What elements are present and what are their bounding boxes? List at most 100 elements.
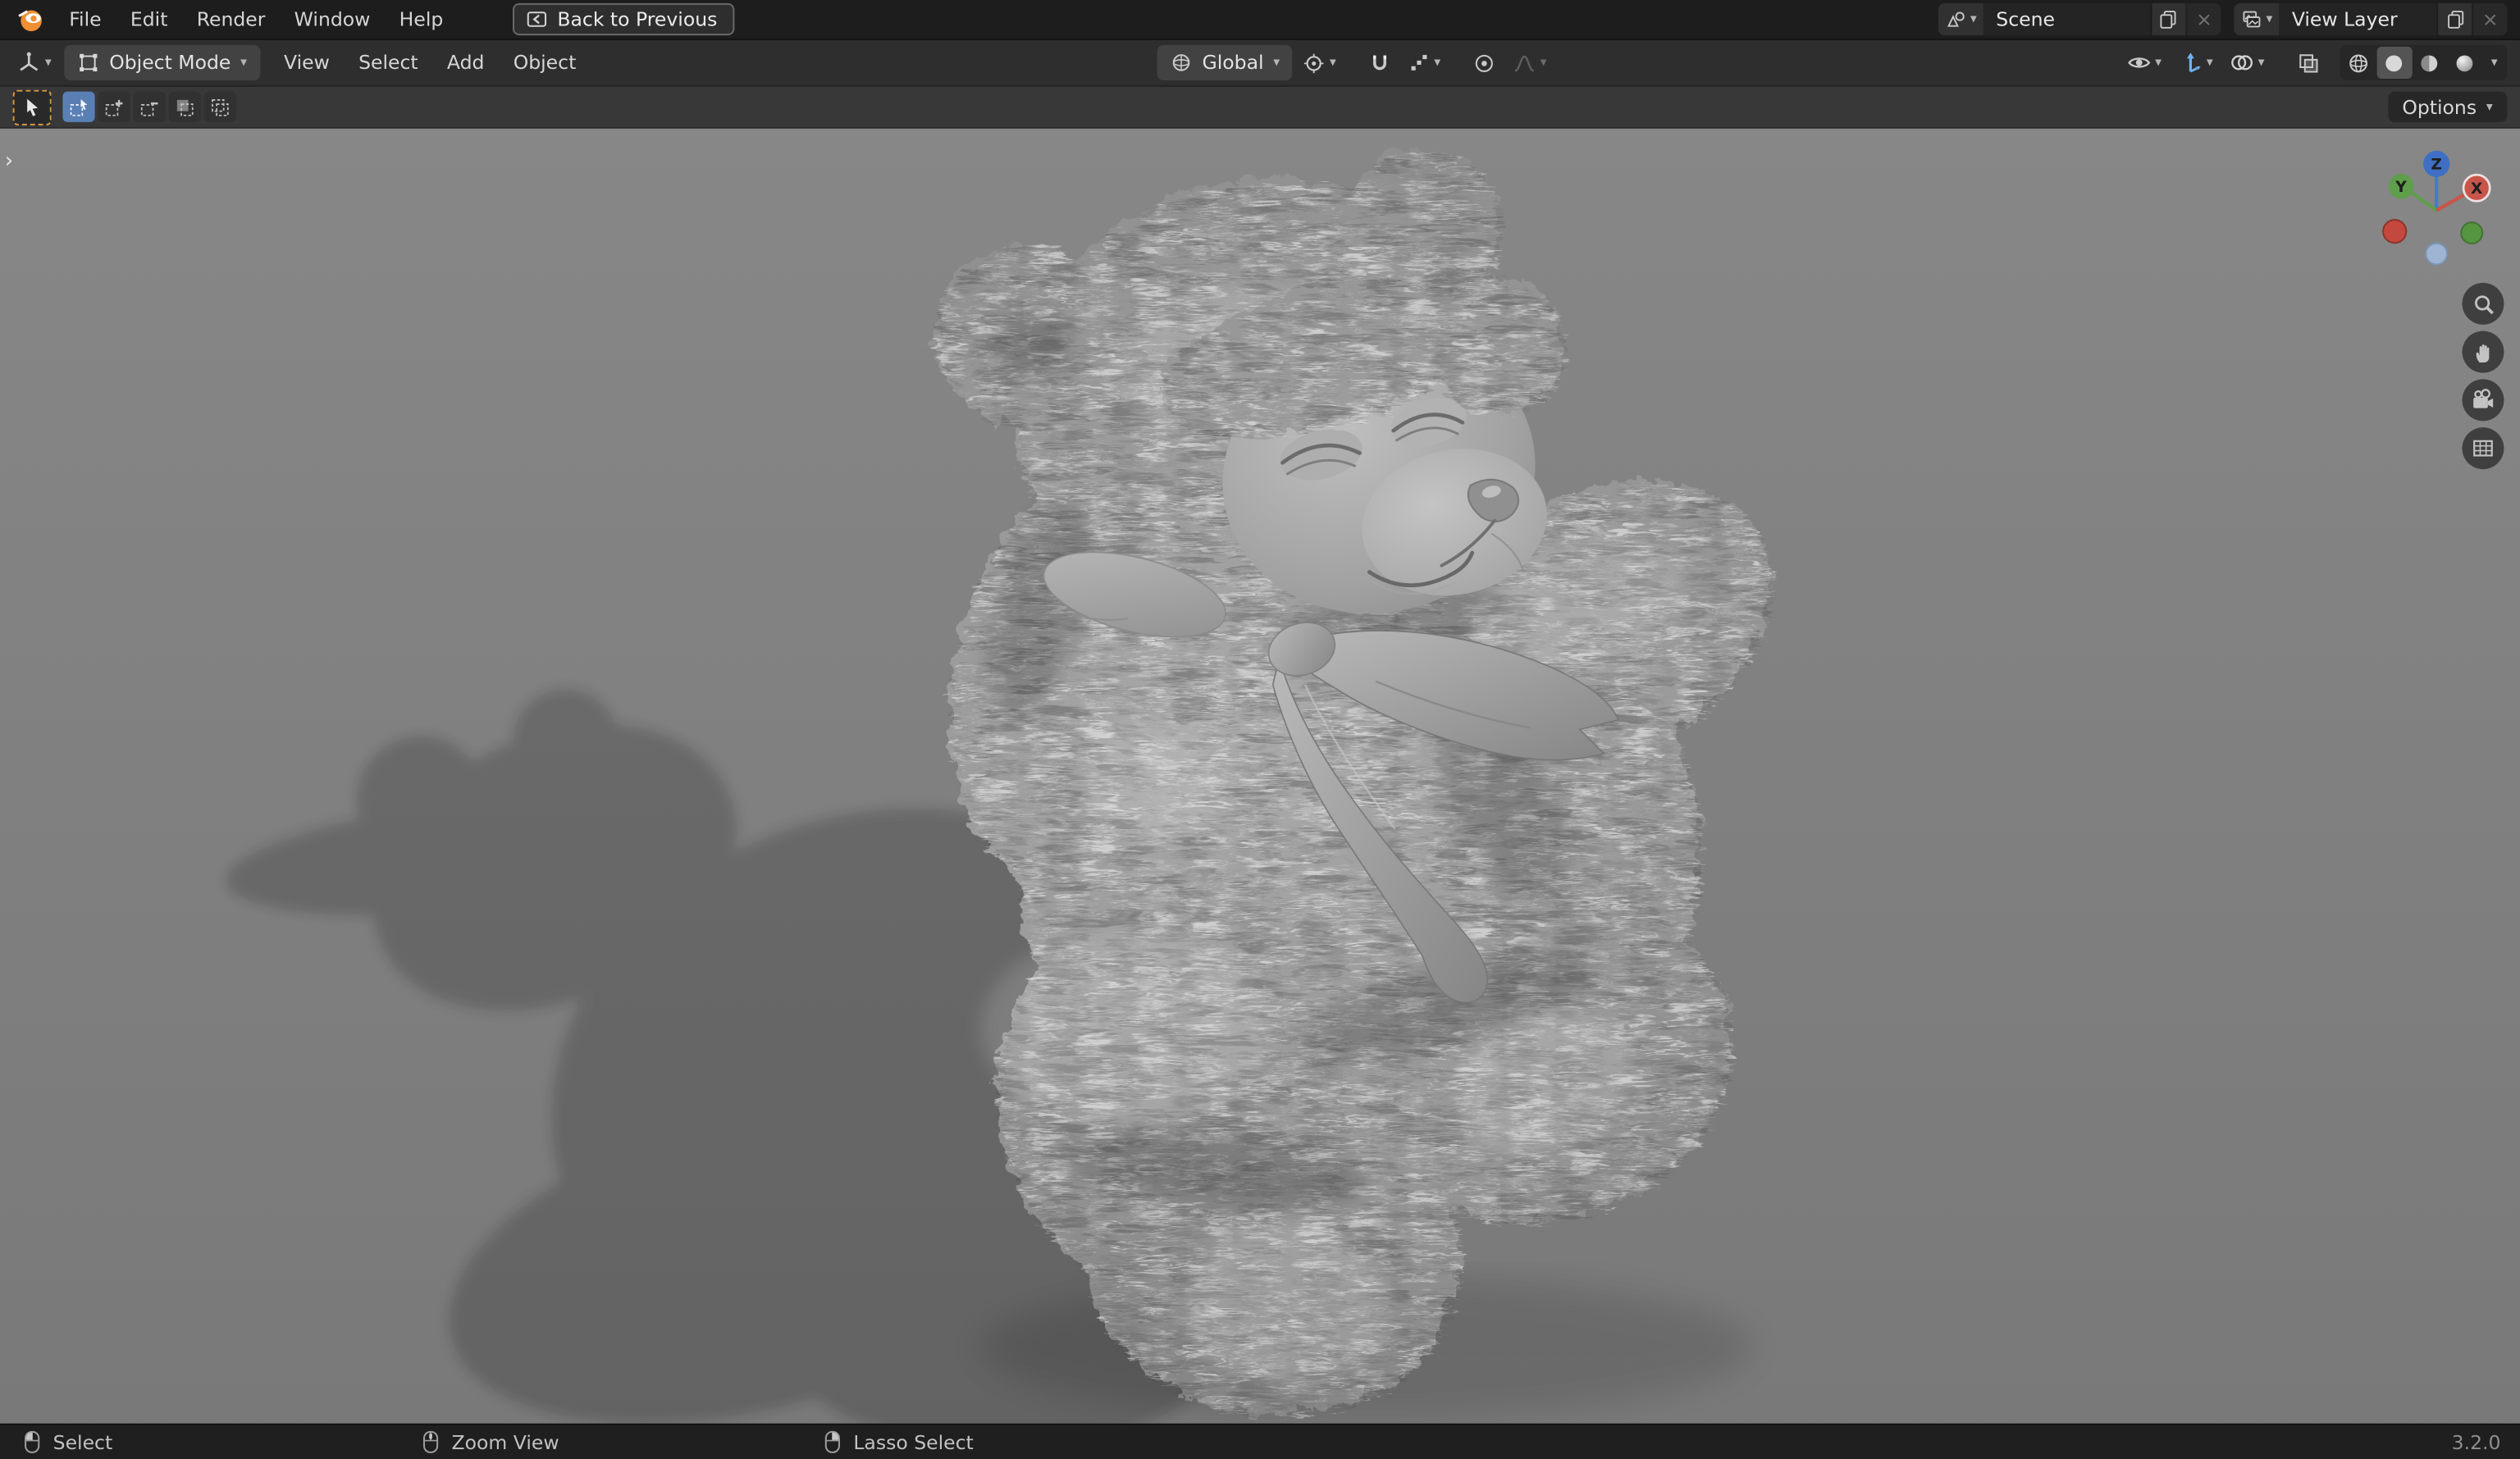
topbar-right: ▾ Scene × ▾ View Layer ×	[1938, 2, 2508, 36]
blender-window: File Edit Render Window Help Back to Pre…	[0, 0, 2520, 1459]
back-to-previous-label: Back to Previous	[557, 7, 718, 31]
proportional-edit-icon	[1472, 51, 1496, 75]
toolbar-expand-button[interactable]: ›	[5, 151, 13, 171]
select-invert-icon	[174, 96, 196, 118]
menu-window[interactable]: Window	[280, 0, 385, 39]
material-sphere-icon	[2418, 51, 2442, 75]
viewport-3d[interactable]: › Z Y X	[0, 128, 2520, 1424]
pivot-point-selector[interactable]: ▾	[1296, 45, 1343, 80]
new-view-layer-button[interactable]	[2436, 2, 2472, 36]
eye-icon	[2126, 50, 2152, 75]
gizmo-x-label: X	[2471, 180, 2482, 198]
solid-sphere-icon	[2382, 51, 2406, 75]
select-mode-subtract-button[interactable]	[133, 91, 166, 122]
zoom-view-button[interactable]	[2462, 282, 2504, 325]
snap-target-selector[interactable]: ▾	[1402, 45, 1447, 80]
show-gizmos-selector[interactable]: ▾	[2171, 45, 2220, 80]
mode-label: Object Mode	[109, 51, 231, 75]
gizmo-axis-y-neg[interactable]	[2460, 221, 2484, 244]
camera-view-button[interactable]	[2462, 379, 2504, 422]
transform-orientation-selector[interactable]: Global ▾	[1157, 44, 1293, 80]
mouse-left-icon	[22, 1430, 42, 1454]
chevron-down-icon: ▾	[2486, 98, 2493, 114]
scene-datablock: ▾ Scene ×	[1938, 2, 2221, 36]
back-to-previous-button[interactable]: Back to Previous	[512, 2, 735, 36]
viewport-menus: View Select Add Object	[269, 40, 591, 85]
snap-increment-icon	[1408, 52, 1431, 74]
new-scene-button[interactable]	[2150, 2, 2186, 36]
chevron-down-icon: ▾	[1329, 54, 1336, 70]
viewport-nav-buttons	[2462, 282, 2504, 470]
topbar-menus: File Edit Render Window Help	[55, 0, 458, 39]
select-mode-new-button[interactable]	[62, 91, 95, 122]
show-overlays-selector[interactable]: ▾	[2223, 45, 2271, 80]
mode-selector[interactable]: Object Mode ▾	[64, 44, 260, 80]
gizmo-axis-x-neg[interactable]	[2382, 219, 2408, 244]
editor-type-button[interactable]: ▾	[10, 45, 58, 80]
menu-view[interactable]: View	[269, 43, 344, 82]
tool-settings-bar: Options ▾	[0, 86, 2520, 129]
move-view-button[interactable]	[2462, 331, 2504, 373]
menu-help[interactable]: Help	[385, 0, 458, 39]
options-dropdown[interactable]: Options ▾	[2387, 91, 2508, 122]
version-label: 3.2.0	[2451, 1430, 2501, 1454]
gizmo-axis-z-neg[interactable]	[2425, 242, 2449, 266]
toggle-projection-button[interactable]	[2462, 427, 2504, 470]
shading-options-dropdown[interactable]: ▾	[2483, 47, 2505, 79]
shading-solid-button[interactable]	[2376, 46, 2413, 80]
object-visibility-selector[interactable]: ▾	[2120, 45, 2168, 80]
viewport-header-center: Global ▾ ▾ ▾ ▾	[1157, 44, 1554, 80]
proportional-falloff-selector[interactable]: ▾	[1506, 45, 1553, 80]
select-mode-group	[62, 91, 237, 122]
select-extend-icon	[103, 96, 125, 118]
select-intersect-icon	[209, 96, 231, 118]
grid-projection-icon	[2470, 435, 2495, 461]
chevron-down-icon: ▾	[1273, 54, 1281, 70]
options-label: Options	[2402, 95, 2477, 119]
scene-name-field[interactable]: Scene	[1983, 2, 2151, 36]
duplicate-icon	[2157, 8, 2180, 30]
menu-file[interactable]: File	[55, 0, 116, 39]
select-mode-intersect-button[interactable]	[203, 91, 237, 122]
active-tool-select-box-button[interactable]	[12, 89, 52, 125]
rendered-sphere-icon	[2454, 51, 2477, 75]
proportional-edit-toggle[interactable]	[1466, 45, 1503, 80]
menu-add[interactable]: Add	[432, 43, 499, 82]
camera-icon	[2470, 387, 2495, 413]
menu-select[interactable]: Select	[344, 43, 432, 82]
gizmo-icon	[2178, 50, 2203, 75]
topbar: File Edit Render Window Help Back to Pre…	[0, 0, 2520, 40]
unlink-scene-button[interactable]: ×	[2185, 2, 2221, 36]
browse-scene-button[interactable]: ▾	[1938, 2, 1984, 36]
orientation-label: Global	[1202, 51, 1264, 75]
close-icon: ×	[2196, 7, 2212, 31]
magnet-icon	[1368, 51, 1392, 75]
editor-3d-viewport-icon	[16, 50, 42, 75]
view-layer-name-field[interactable]: View Layer	[2279, 2, 2437, 36]
menu-render[interactable]: Render	[182, 0, 280, 39]
xray-toggle[interactable]	[2290, 45, 2327, 80]
object-mode-icon	[77, 52, 99, 74]
overlays-icon	[2229, 50, 2254, 75]
magnifier-icon	[2471, 292, 2495, 316]
viewport-canvas[interactable]	[0, 129, 2520, 1424]
back-icon	[525, 8, 547, 30]
select-mode-extend-button[interactable]	[98, 91, 130, 122]
app-menu-button[interactable]	[7, 0, 55, 39]
navigation-gizmo[interactable]: Z Y X	[2369, 141, 2504, 276]
wireframe-sphere-icon	[2347, 51, 2371, 75]
chevron-down-icon: ▾	[2206, 54, 2213, 70]
shading-material-button[interactable]	[2413, 47, 2448, 79]
browse-view-layer-button[interactable]: ▾	[2234, 2, 2280, 36]
remove-view-layer-button[interactable]: ×	[2472, 2, 2508, 36]
shading-wireframe-button[interactable]	[2342, 47, 2377, 79]
view-layer-icon	[2240, 8, 2262, 30]
menu-object[interactable]: Object	[499, 43, 591, 82]
select-mode-invert-button[interactable]	[168, 91, 201, 122]
shading-rendered-button[interactable]	[2448, 47, 2483, 79]
snap-toggle[interactable]	[1362, 45, 1399, 80]
status-hint-label: Lasso Select	[853, 1430, 974, 1454]
global-orientation-icon	[1170, 52, 1192, 74]
menu-edit[interactable]: Edit	[116, 0, 182, 39]
cursor-icon	[21, 96, 43, 118]
